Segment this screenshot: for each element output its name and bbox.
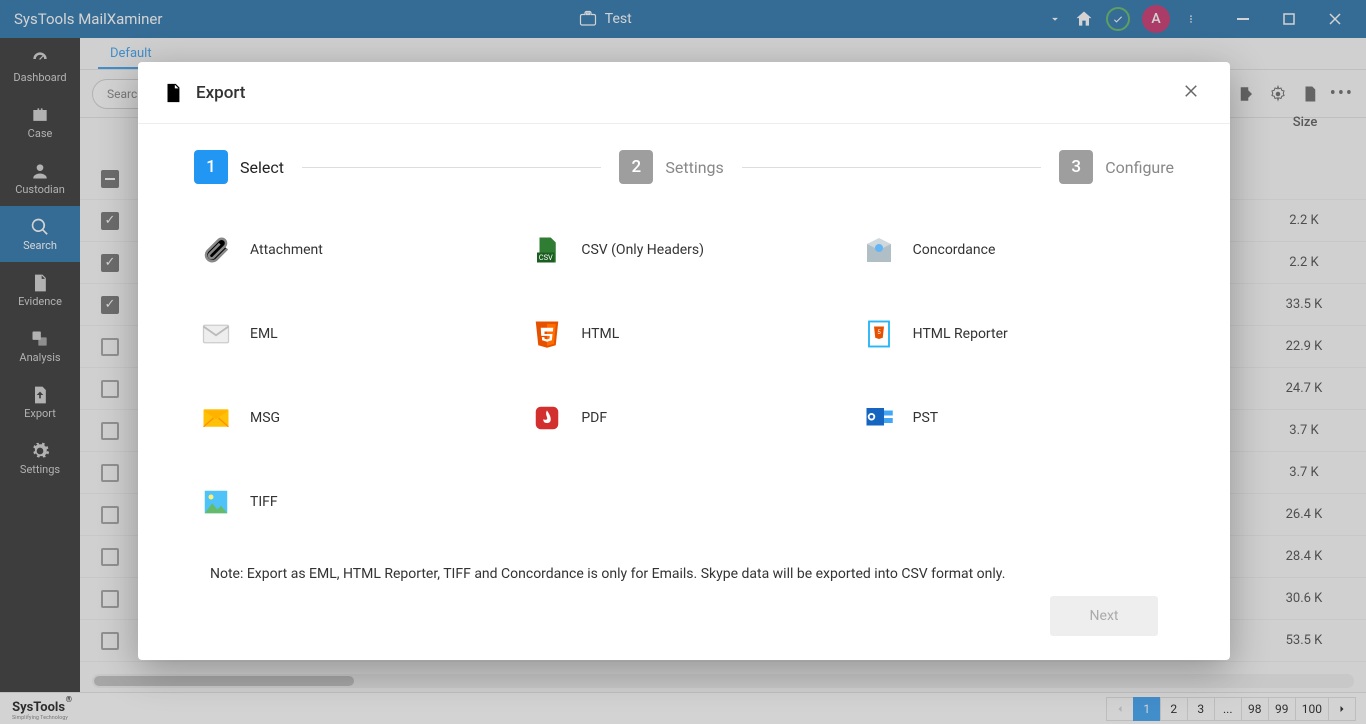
export-option-html[interactable]: HTML (525, 292, 842, 376)
export-option-pdf[interactable]: PDF (525, 376, 842, 460)
pdf-icon (531, 402, 563, 434)
export-option-label: HTML (581, 326, 619, 342)
export-option-label: Concordance (913, 242, 996, 258)
step-number: 2 (619, 150, 653, 184)
next-button[interactable]: Next (1050, 596, 1158, 636)
step-label: Configure (1105, 158, 1174, 177)
htmlr-icon: 5 (863, 318, 895, 350)
step-label: Select (240, 158, 284, 177)
html-icon (531, 318, 563, 350)
export-option-attachment[interactable]: Attachment (194, 208, 511, 292)
export-option-label: PDF (581, 410, 607, 426)
step-settings: 2 Settings (619, 150, 723, 184)
conc-icon (863, 234, 895, 266)
export-option-msg[interactable]: MSG (194, 376, 511, 460)
pst-icon (863, 402, 895, 434)
tiff-icon (200, 486, 232, 518)
export-option-label: PST (913, 410, 939, 426)
step-number: 1 (194, 150, 228, 184)
export-option-html-reporter[interactable]: 5 HTML Reporter (857, 292, 1174, 376)
msg-icon (200, 402, 232, 434)
csv-icon: CSV (531, 234, 563, 266)
export-option-csv-only-headers-[interactable]: CSV CSV (Only Headers) (525, 208, 842, 292)
step-number: 3 (1059, 150, 1093, 184)
export-option-label: Attachment (250, 242, 323, 258)
export-option-label: TIFF (250, 494, 278, 510)
step-select: 1 Select (194, 150, 284, 184)
export-option-pst[interactable]: PST (857, 376, 1174, 460)
clip-icon (200, 234, 232, 266)
step-configure: 3 Configure (1059, 150, 1174, 184)
export-option-label: CSV (Only Headers) (581, 242, 704, 258)
export-modal: Export 1 Select 2 Settings 3 Configure A… (138, 62, 1230, 660)
modal-title: Export (196, 83, 245, 103)
svg-text:CSV: CSV (539, 253, 553, 262)
export-option-eml[interactable]: EML (194, 292, 511, 376)
modal-close-button[interactable] (1176, 76, 1206, 110)
export-option-label: MSG (250, 410, 280, 426)
export-option-concordance[interactable]: Concordance (857, 208, 1174, 292)
stepper: 1 Select 2 Settings 3 Configure (138, 124, 1230, 202)
export-note: Note: Export as EML, HTML Reporter, TIFF… (138, 562, 1230, 588)
export-option-tiff[interactable]: TIFF (194, 460, 511, 544)
export-options-grid: Attachment CSV CSV (Only Headers) Concordan… (138, 202, 1230, 562)
svg-text:5: 5 (877, 328, 881, 336)
export-option-label: HTML Reporter (913, 326, 1008, 342)
step-label: Settings (665, 158, 723, 177)
eml-icon (200, 318, 232, 350)
file-icon (162, 82, 184, 104)
export-option-label: EML (250, 326, 278, 342)
